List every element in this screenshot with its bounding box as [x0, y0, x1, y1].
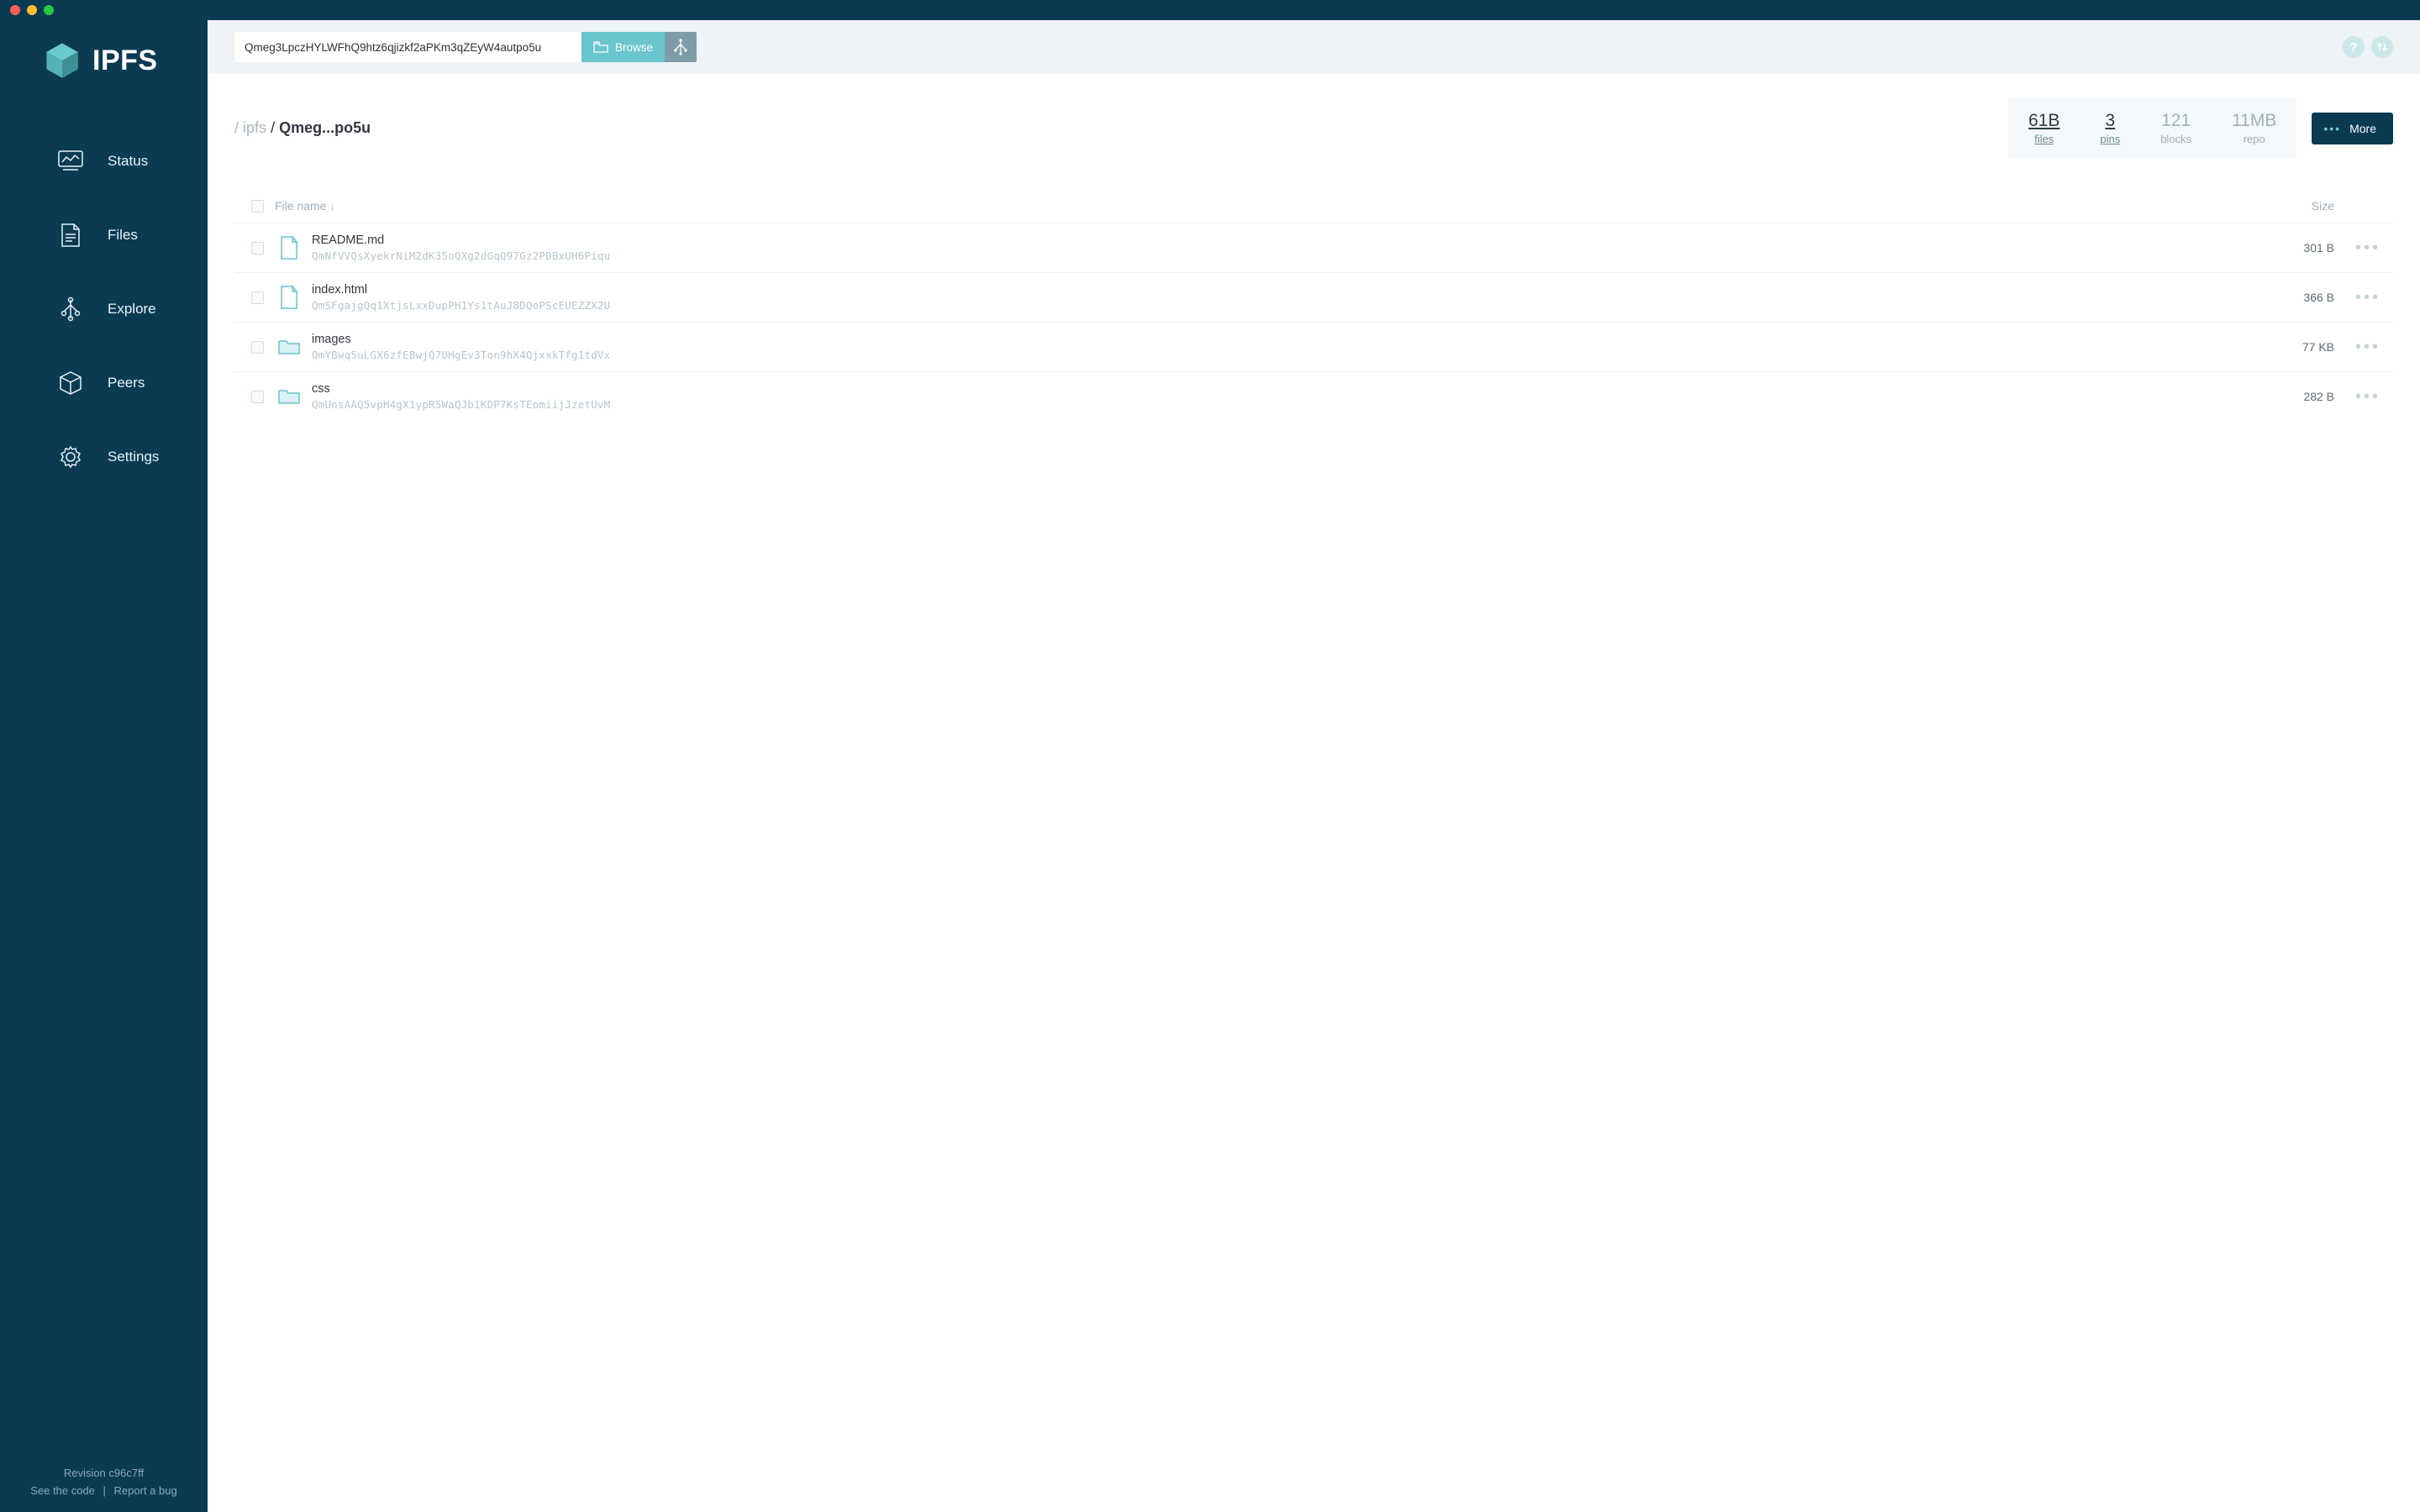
file-icon	[275, 285, 303, 310]
file-size: 301 B	[2264, 241, 2348, 255]
sidebar-item-label: Explore	[108, 301, 156, 318]
sidebar-item-status[interactable]: Status	[0, 124, 208, 198]
row-checkbox[interactable]	[251, 291, 264, 304]
table-row[interactable]: images QmYBwq5uLGX6zfEBwjQ7UHgEv3Ton9hX4Q…	[234, 322, 2393, 371]
col-header-size[interactable]: Size	[2264, 199, 2348, 213]
file-name: css	[312, 382, 2264, 396]
row-actions-button[interactable]: •••	[2348, 293, 2388, 302]
sidebar-item-explore[interactable]: Explore	[0, 272, 208, 346]
file-table: File name↓ Size README.md QmNfVVQsXyekrNi…	[234, 191, 2393, 421]
peers-icon	[57, 370, 84, 396]
status-icon	[57, 148, 84, 175]
ipfs-cube-icon	[44, 42, 81, 79]
report-bug-link[interactable]: Report a bug	[114, 1484, 177, 1497]
path-input[interactable]	[234, 32, 581, 62]
sidebar-item-settings[interactable]: Settings	[0, 420, 208, 494]
sidebar-item-label: Files	[108, 227, 138, 244]
stat-repo: 11MB repo	[2212, 111, 2296, 145]
sidebar-item-files[interactable]: Files	[0, 198, 208, 272]
stat-blocks: 121 blocks	[2140, 111, 2212, 145]
file-size: 366 B	[2264, 291, 2348, 304]
file-name: index.html	[312, 283, 2264, 297]
breadcrumb-root[interactable]: ipfs	[243, 119, 266, 136]
tour-button[interactable]	[2371, 36, 2393, 58]
breadcrumb-current: Qmeg...po5u	[279, 119, 371, 136]
transfer-icon	[2376, 41, 2388, 53]
window-minimize-button[interactable]	[27, 5, 37, 15]
explore-icon	[57, 296, 84, 323]
window-zoom-button[interactable]	[44, 5, 54, 15]
folder-icon	[593, 41, 608, 53]
row-actions-button[interactable]: •••	[2348, 244, 2388, 252]
row-checkbox[interactable]	[251, 341, 264, 354]
row-actions-button[interactable]: •••	[2348, 343, 2388, 351]
sidebar-item-peers[interactable]: Peers	[0, 346, 208, 420]
stat-pins[interactable]: 3 pins	[2080, 111, 2140, 145]
table-row[interactable]: README.md QmNfVVQsXyekrNiM2dK35oQXg2dGqQ9…	[234, 223, 2393, 272]
table-header: File name↓ Size	[234, 191, 2393, 223]
file-hash: QmSFgajgQq1XtjsLxxDupPH1Ys1tAuJ8DQoPScEU…	[312, 299, 2264, 312]
row-actions-button[interactable]: •••	[2348, 392, 2388, 401]
help-button[interactable]: ?	[2343, 36, 2365, 58]
help-icon: ?	[2349, 40, 2357, 55]
row-checkbox[interactable]	[251, 391, 264, 403]
file-icon	[275, 235, 303, 260]
more-dots-icon: •••	[2323, 122, 2341, 135]
folder-icon	[275, 337, 303, 357]
footer-separator: |	[98, 1484, 111, 1497]
window-close-button[interactable]	[10, 5, 20, 15]
sidebar-item-label: Peers	[108, 375, 145, 391]
select-all-checkbox[interactable]	[251, 200, 264, 213]
revision-label: Revision c96c7ff	[0, 1467, 208, 1479]
breadcrumb: / ipfs / Qmeg...po5u	[234, 119, 371, 137]
inspect-button[interactable]	[665, 32, 697, 62]
files-icon	[57, 222, 84, 249]
row-checkbox[interactable]	[251, 242, 264, 255]
app-name: IPFS	[92, 45, 158, 77]
sidebar-nav: Status Files Explore Peers	[0, 99, 208, 1467]
file-name: images	[312, 333, 2264, 346]
browse-label: Browse	[615, 41, 653, 54]
browse-button[interactable]: Browse	[581, 32, 665, 62]
file-hash: QmNfVVQsXyekrNiM2dK35oQXg2dGqQ97Gz2PDBxU…	[312, 249, 2264, 262]
more-button[interactable]: ••• More	[2312, 113, 2393, 144]
stat-files[interactable]: 61B files	[2008, 111, 2080, 145]
settings-icon	[57, 444, 84, 470]
sidebar-item-label: Status	[108, 153, 148, 170]
file-hash: QmYBwq5uLGX6zfEBwjQ7UHgEv3Ton9hX4QjxxkTf…	[312, 349, 2264, 361]
sort-arrow-icon: ↓	[326, 201, 334, 213]
file-hash: QmUnsAAQ5vpH4gX1ypR5WaQJb1KDP7KsTEomiijJ…	[312, 398, 2264, 411]
file-size: 77 KB	[2264, 340, 2348, 354]
see-code-link[interactable]: See the code	[30, 1484, 95, 1497]
table-row[interactable]: index.html QmSFgajgQq1XtjsLxxDupPH1Ys1tAu…	[234, 272, 2393, 322]
topbar: Browse ?	[208, 20, 2420, 74]
table-row[interactable]: css QmUnsAAQ5vpH4gX1ypR5WaQJb1KDP7KsTEomi…	[234, 371, 2393, 421]
app-logo: IPFS	[0, 20, 208, 99]
more-label: More	[2349, 122, 2376, 135]
folder-icon	[275, 386, 303, 407]
window-titlebar	[0, 0, 2420, 20]
sidebar: IPFS Status Files Explore	[0, 20, 208, 1512]
tree-icon	[673, 39, 688, 55]
sidebar-footer: Revision c96c7ff See the code | Report a…	[0, 1467, 208, 1512]
stats-panel: 61B files 3 pins 121 blocks 11MB repo	[2008, 99, 2296, 157]
sidebar-item-label: Settings	[108, 449, 159, 465]
main-area: Browse ? / ipfs /	[208, 20, 2420, 1512]
col-header-name[interactable]: File name↓	[275, 199, 2264, 213]
file-name: README.md	[312, 234, 2264, 247]
file-size: 282 B	[2264, 390, 2348, 403]
